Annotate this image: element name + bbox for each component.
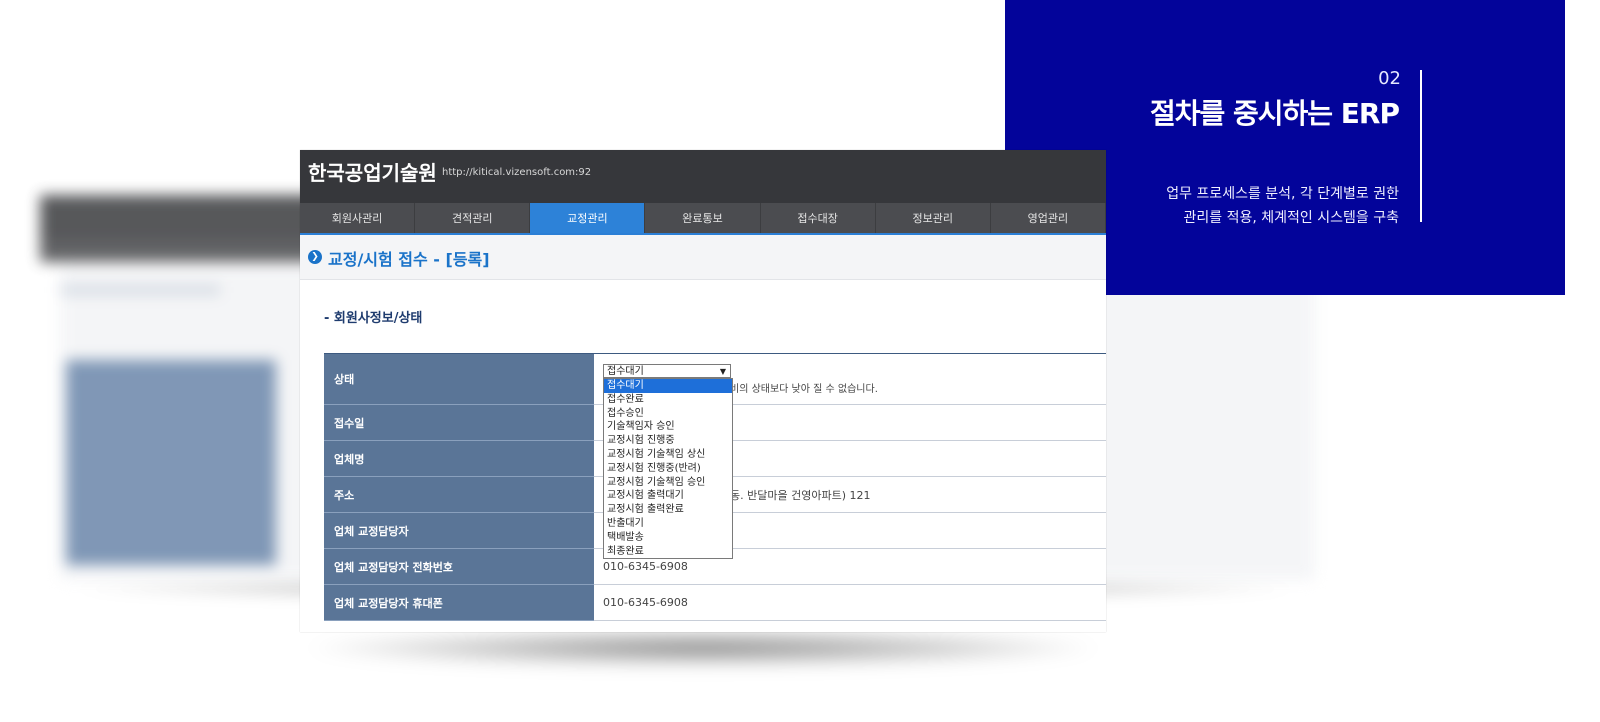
status-option[interactable]: 교정시험 기술책임 상신 [604,448,732,462]
tab-sales-management[interactable]: 영업관리 [991,203,1106,233]
promo-title: 절차를 중시하는 ERP [1149,97,1400,130]
tab-quote-management[interactable]: 견적관리 [415,203,531,233]
status-option[interactable]: 택배발송 [604,531,732,545]
form-value: 010-6345-6908 [594,584,1106,621]
status-option[interactable]: 접수대기 [604,379,732,393]
form-label: 업체 교정담당자 [324,512,594,549]
status-option[interactable]: 최종완료 [604,545,732,559]
page-title-bar: ❯ 교정/시험 접수 - [등록] [300,235,1106,280]
status-option[interactable]: 기술책임자 승인 [604,420,732,434]
promo-description: 업무 프로세스를 분석, 각 단계별로 권한 관리를 적용, 체계적인 시스템을… [1166,182,1399,230]
triangle-down-icon: ▼ [719,367,726,376]
form-label: 상태 [324,353,594,405]
tab-calibration-management[interactable]: 교정관리 [530,203,646,233]
status-select[interactable]: 접수대기 ▼ [603,364,731,378]
form-row-contact-mobile: 업체 교정담당자 휴대폰 010-6345-6908 [324,584,1106,621]
tab-completion-notice[interactable]: 완료통보 [645,203,761,233]
status-option[interactable]: 접수완료 [604,393,732,407]
main-window-shadow [300,628,1106,668]
status-select-value: 접수대기 [607,366,644,377]
section-title: - 회원사정보/상태 [324,311,423,326]
status-option[interactable]: 교정시험 출력대기 [604,489,732,503]
form-label: 접수일 [324,404,594,441]
page-title: 교정/시험 접수 - [등록] [328,250,490,269]
form-label: 업체명 [324,440,594,477]
status-option[interactable]: 접수승인 [604,407,732,421]
app-title: 한국공업기술원 [308,161,437,185]
status-dropdown-list: 접수대기 접수완료 접수승인 기술책임자 승인 교정시험 진행중 교정시험 기술… [603,378,733,560]
tab-reception-ledger[interactable]: 접수대장 [761,203,876,233]
status-option[interactable]: 교정시험 출력완료 [604,503,732,517]
chevron-down-circle-icon: ❯ [308,250,322,264]
address-value: 동. 반달마을 건영아파트) 121 [730,489,871,502]
status-option[interactable]: 반출대기 [604,517,732,531]
promo-number: 02 [1378,68,1401,89]
tab-member-management[interactable]: 회원사관리 [300,203,416,233]
status-note: 비의 상태보다 낮아 질 수 없습니다. [730,384,878,395]
status-option[interactable]: 교정시험 기술책임 승인 [604,476,732,490]
promo-desc-line2: 관리를 적용, 체계적인 시스템을 구축 [1183,210,1399,226]
background-line [60,285,220,295]
promo-desc-line1: 업무 프로세스를 분석, 각 단계별로 권한 [1166,186,1399,202]
status-option[interactable]: 교정시험 진행중(반려) [604,462,732,476]
main-window: 한국공업기술원 http://kitical.vizensoft.com:92 … [300,150,1106,632]
tab-info-management[interactable]: 정보관리 [876,203,991,233]
app-url: http://kitical.vizensoft.com:92 [442,167,592,178]
promo-divider [1420,70,1422,222]
form-label: 업체 교정담당자 휴대폰 [324,584,594,621]
status-option[interactable]: 교정시험 진행중 [604,434,732,448]
main-nav: 회원사관리 견적관리 교정관리 완료통보 접수대장 정보관리 영업관리 [300,203,1106,235]
form-label: 업체 교정담당자 전화번호 [324,548,594,585]
form-label: 주소 [324,476,594,513]
app-header: 한국공업기술원 http://kitical.vizensoft.com:92 [300,150,1106,203]
background-panel [66,360,276,565]
